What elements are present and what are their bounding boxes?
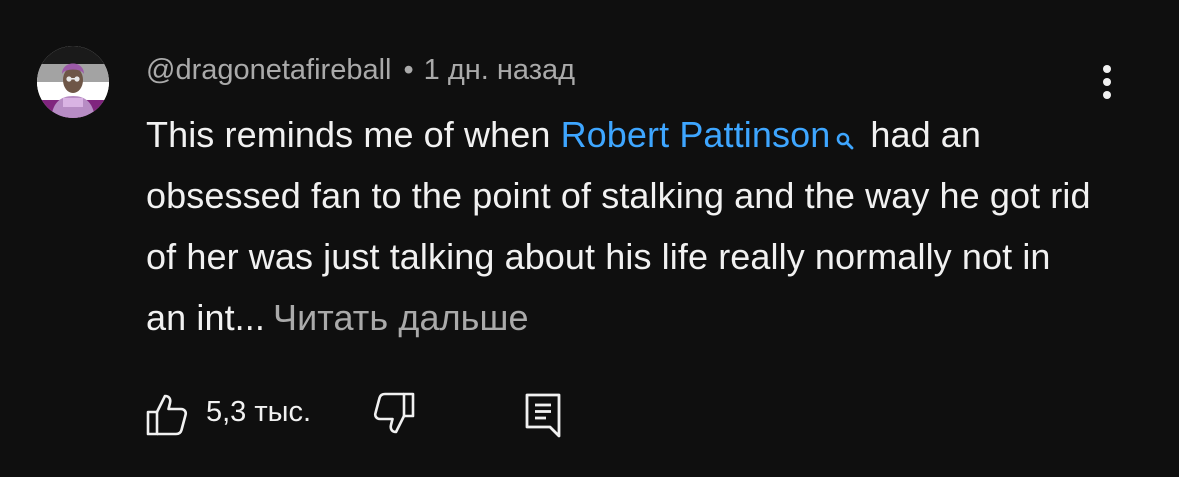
comment-header: @dragonetafireball • 1 дн. назад — [146, 52, 575, 88]
thumbs-up-icon — [146, 394, 188, 436]
search-link-label: Robert Pattinson — [560, 114, 831, 155]
more-vertical-icon — [1103, 65, 1111, 73]
dislike-button[interactable] — [371, 392, 415, 441]
search-icon — [834, 110, 856, 150]
comment-text: This reminds me of when Robert Pattinson… — [146, 104, 1096, 348]
more-actions-button[interactable] — [1092, 60, 1122, 104]
reply-button[interactable] — [524, 392, 564, 443]
comment-text-start: This reminds me of when — [146, 114, 561, 155]
comment-thread: @dragonetafireball • 1 дн. назад This remi… — [0, 0, 1179, 477]
avatar-image — [37, 46, 109, 118]
read-more-link[interactable]: Читать дальше — [273, 297, 529, 338]
avatar[interactable] — [37, 46, 109, 118]
like-count: 5,3 тыс. — [206, 396, 312, 428]
search-link[interactable]: Robert Pattinson — [561, 114, 871, 155]
author-name[interactable]: @dragonetafireball — [146, 54, 391, 86]
header-separator: • — [403, 54, 414, 86]
thumbs-down-icon — [373, 392, 415, 434]
reply-comment-icon — [525, 393, 561, 438]
comment-timestamp[interactable]: 1 дн. назад — [424, 54, 575, 86]
